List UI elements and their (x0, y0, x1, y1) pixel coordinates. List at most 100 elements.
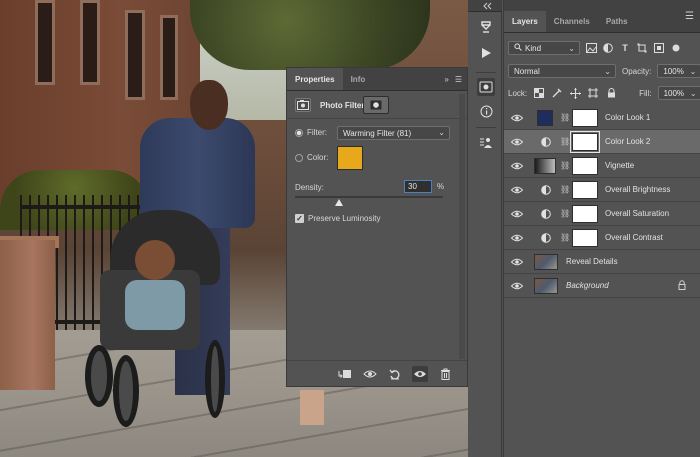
stroller-wheel (85, 345, 113, 407)
properties-scrollbar[interactable] (459, 94, 465, 359)
layer-mask-thumbnail[interactable] (572, 156, 598, 175)
collapse-arrows-icon[interactable] (468, 0, 502, 12)
filter-radio-row[interactable]: Filter: (295, 128, 327, 137)
lock-fill-bar: Lock: Fill: 100% ⌄ (508, 85, 700, 101)
panel-menu-icon[interactable]: ☰ (455, 75, 462, 84)
color-swatch[interactable] (337, 146, 363, 170)
layer-photo-thumbnail (534, 277, 558, 294)
preserve-luminosity-row[interactable]: ✓ Preserve Luminosity (295, 214, 380, 223)
toggle-visibility-icon[interactable] (412, 365, 428, 382)
fill-input[interactable]: 100% ⌄ (657, 86, 700, 100)
lock-transparent-icon[interactable] (533, 87, 545, 99)
info-icon[interactable] (477, 102, 495, 120)
filter-select[interactable]: Warming Filter (81) ⌄ (337, 126, 450, 140)
layer-name[interactable]: Color Look 2 (605, 137, 650, 146)
layer-mask-thumbnail[interactable] (570, 130, 600, 153)
layer-row[interactable]: ⛓ Overall Contrast (504, 226, 700, 250)
layer-row[interactable]: Reveal Details (504, 250, 700, 274)
link-icon[interactable]: ⛓ (560, 185, 570, 194)
tab-properties[interactable]: Properties (287, 68, 343, 90)
eye-icon[interactable] (510, 185, 524, 195)
paragraph-styles-icon[interactable] (477, 134, 495, 152)
layer-name[interactable]: Overall Contrast (605, 233, 663, 242)
filter-toggle-icon[interactable] (670, 42, 682, 54)
tab-layers[interactable]: Layers (504, 11, 546, 32)
link-icon[interactable]: ⛓ (560, 233, 570, 242)
type-filter-icon[interactable]: T (619, 42, 631, 54)
link-icon[interactable]: ⛓ (560, 209, 570, 218)
pixel-filter-icon[interactable] (585, 42, 597, 54)
eye-icon[interactable] (510, 113, 524, 123)
layer-mask-thumbnail[interactable] (572, 204, 598, 223)
link-icon[interactable]: ⛓ (560, 161, 570, 170)
eye-icon[interactable] (510, 281, 524, 291)
eye-icon[interactable] (510, 209, 524, 219)
shape-filter-icon[interactable] (636, 42, 648, 54)
preserve-luminosity-checkbox[interactable]: ✓ (295, 214, 304, 223)
layer-row[interactable]: ⛓ Color Look 1 (504, 106, 700, 130)
eye-icon[interactable] (510, 233, 524, 243)
lock-image-icon[interactable] (551, 87, 563, 99)
chevron-down-icon: ⌄ (689, 88, 697, 98)
clip-to-layer-icon[interactable] (337, 366, 353, 382)
search-icon (514, 43, 522, 53)
play-action-icon[interactable] (477, 44, 495, 62)
window (160, 15, 178, 100)
density-slider-thumb[interactable] (335, 199, 344, 206)
density-input[interactable]: 30 (404, 180, 432, 193)
layer-name[interactable]: Overall Brightness (605, 185, 670, 194)
history-icon[interactable] (477, 18, 495, 36)
view-previous-state-icon[interactable] (362, 366, 378, 382)
collapse-panel-icon[interactable]: » (444, 75, 448, 84)
chevron-down-icon: ⌄ (438, 128, 445, 137)
smart-object-filter-icon[interactable] (653, 42, 665, 54)
layer-name[interactable]: Vignette (605, 161, 634, 170)
divider (476, 127, 496, 128)
layer-color-thumbnail (537, 109, 553, 126)
lock-all-icon[interactable] (605, 87, 617, 99)
tab-info[interactable]: Info (343, 68, 374, 90)
panel-collapse-bar[interactable] (468, 0, 502, 12)
properties-panel-icon[interactable] (477, 78, 495, 96)
layer-name[interactable]: Color Look 1 (605, 113, 650, 122)
color-radio-row[interactable]: Color: (295, 153, 328, 162)
eye-icon[interactable] (510, 257, 524, 267)
eye-icon[interactable] (510, 137, 524, 147)
layer-name[interactable]: Reveal Details (566, 257, 618, 266)
trash-icon[interactable] (437, 366, 453, 382)
baby-head (135, 240, 175, 280)
lock-artboard-icon[interactable] (587, 87, 599, 99)
link-icon[interactable]: ⛓ (560, 137, 570, 146)
blend-mode-select[interactable]: Normal ⌄ (508, 64, 616, 78)
lock-position-icon[interactable] (569, 87, 581, 99)
tab-channels[interactable]: Channels (546, 11, 598, 32)
opacity-value: 100% (663, 66, 684, 76)
layer-name[interactable]: Overall Saturation (605, 209, 669, 218)
eye-icon[interactable] (510, 161, 524, 171)
reset-icon[interactable] (387, 366, 403, 382)
tab-paths[interactable]: Paths (598, 11, 636, 32)
properties-tab-bar: Properties Info » ☰ (287, 68, 467, 91)
adjustment-layer-icon[interactable] (295, 98, 311, 112)
layer-mask-thumbnail[interactable] (572, 180, 598, 199)
layer-row[interactable]: ⛓ Overall Brightness (504, 178, 700, 202)
filter-radio[interactable] (295, 128, 303, 137)
color-radio[interactable] (295, 153, 303, 162)
kind-select[interactable]: Kind ⌄ (508, 41, 580, 55)
link-icon[interactable]: ⛓ (560, 113, 570, 122)
layer-mask-thumbnail[interactable] (572, 108, 598, 127)
layer-row[interactable]: Background (504, 274, 700, 298)
man-head (190, 80, 228, 130)
layer-name[interactable]: Background (566, 281, 609, 290)
layer-row[interactable]: ⛓ Vignette (504, 154, 700, 178)
adjustment-filter-icon[interactable] (602, 42, 614, 54)
lock-icon[interactable] (678, 279, 686, 292)
opacity-label: Opacity: (622, 66, 652, 76)
layer-row[interactable]: ⛓ Color Look 2 (504, 130, 700, 154)
layer-row[interactable]: ⛓ Overall Saturation (504, 202, 700, 226)
layer-mask-icon[interactable] (363, 96, 389, 114)
density-slider[interactable] (295, 196, 443, 198)
opacity-input[interactable]: 100% ⌄ (657, 64, 700, 78)
layer-mask-thumbnail[interactable] (572, 228, 598, 247)
panel-menu-icon[interactable]: ☰ (685, 11, 700, 22)
